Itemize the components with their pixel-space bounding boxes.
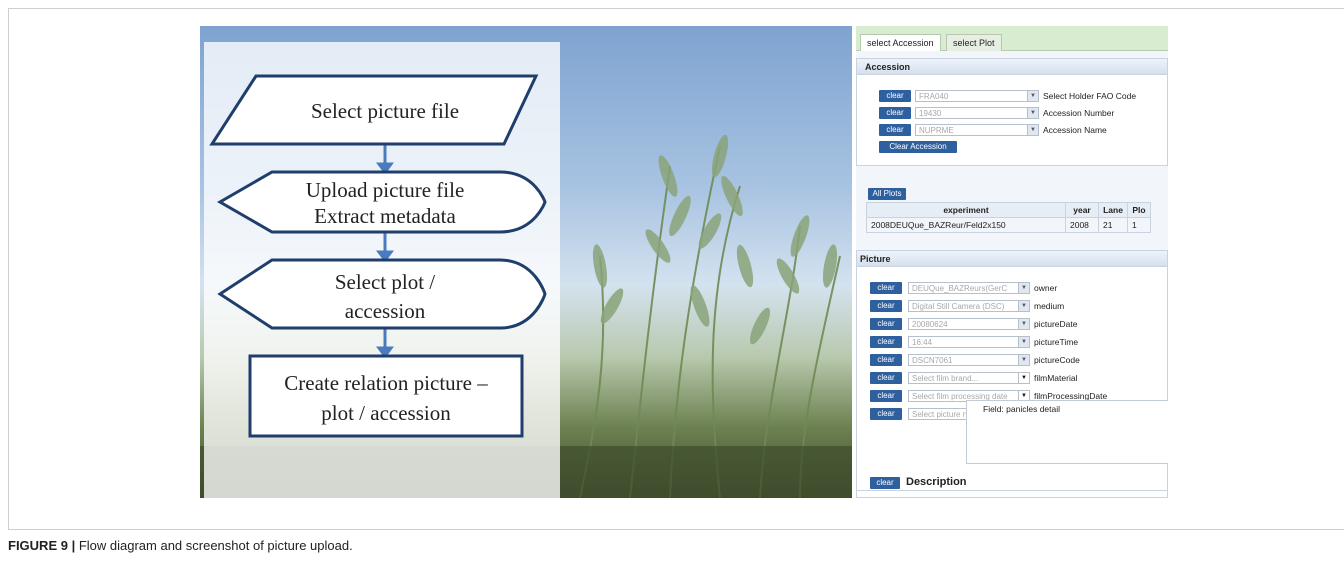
accession-title: Accession (857, 59, 1167, 75)
tab-select-accession[interactable]: select Accession (860, 34, 941, 51)
chevron-down-icon[interactable]: ▼ (1027, 91, 1038, 101)
owner-value: DEUQue_BAZReurs(GerC (912, 284, 1008, 293)
chevron-down-icon[interactable]: ▼ (1018, 337, 1029, 347)
medium-combo[interactable]: Digital Still Camera (DSC) ▼ (908, 300, 1030, 312)
tab-bar: select Accession select Plot (856, 26, 1168, 51)
plots-header-row: experiment year Lane Plo (866, 202, 1151, 218)
accession-number-value: 19430 (919, 109, 942, 118)
clear-picture-code-button[interactable]: clear (870, 354, 902, 366)
film-material-combo[interactable]: Select film brand... ▼ (908, 372, 1030, 384)
film-material-value: Select film brand... (912, 374, 979, 383)
picture-date-label: pictureDate (1034, 319, 1078, 329)
medium-value: Digital Still Camera (DSC) (912, 302, 1005, 311)
clear-film-processing-date-button[interactable]: clear (870, 390, 902, 402)
picture-date-value: 20080624 (912, 320, 948, 329)
clear-film-material-button[interactable]: clear (870, 372, 902, 384)
col-lane[interactable]: Lane (1098, 202, 1128, 218)
description-divider (856, 490, 1168, 491)
flow-step2-text-line1: Upload picture file (305, 178, 465, 202)
owner-label: owner (1034, 283, 1058, 293)
plots-table: experiment year Lane Plo 2008DEUQue_BAZR… (866, 202, 1151, 233)
cell-plot: 1 (1127, 217, 1151, 233)
picture-upload-app: select Accession select Plot Accession c… (856, 26, 1168, 498)
accession-section: Accession clear FRA040 ▼ Select Holder F… (856, 58, 1168, 166)
chevron-down-icon[interactable]: ▼ (1018, 355, 1029, 365)
clear-holder-button[interactable]: clear (879, 90, 911, 102)
flow-diagram-shapes (209, 74, 547, 438)
clear-picture-number-button[interactable]: clear (870, 408, 902, 420)
clear-accession-name-button[interactable]: clear (879, 124, 911, 136)
clear-description-button[interactable]: clear (870, 477, 900, 489)
caption-label: FIGURE 9 | (8, 538, 76, 553)
figure-caption: FIGURE 9 | Flow diagram and screenshot o… (8, 538, 353, 553)
tab-select-plot[interactable]: select Plot (946, 34, 1002, 51)
clear-owner-button[interactable]: clear (870, 282, 902, 294)
clear-accession-button[interactable]: Clear Accession (879, 141, 957, 153)
holder-fao-code-value: FRA040 (919, 92, 949, 101)
chevron-down-icon[interactable]: ▼ (1018, 373, 1029, 383)
clear-medium-button[interactable]: clear (870, 300, 902, 312)
flow-step3-text-line2: accession (344, 299, 426, 323)
caption-text: Flow diagram and screenshot of picture u… (78, 538, 353, 553)
chevron-down-icon[interactable]: ▼ (1018, 319, 1029, 329)
picture-time-label: pictureTime (1034, 337, 1079, 347)
col-plot[interactable]: Plo (1127, 202, 1151, 218)
table-row[interactable]: 2008DEUQue_BAZReur/Feld2x150 2008 21 1 (866, 217, 1151, 233)
film-material-label: filmMaterial (1034, 373, 1078, 383)
col-year[interactable]: year (1065, 202, 1099, 218)
clear-picture-time-button[interactable]: clear (870, 336, 902, 348)
chevron-down-icon[interactable]: ▼ (1027, 108, 1038, 118)
picture-time-combo[interactable]: 16:44 ▼ (908, 336, 1030, 348)
flow-step4-text-line2: plot / accession (321, 401, 451, 425)
description-label: Description (906, 476, 967, 488)
chevron-down-icon[interactable]: ▼ (1018, 301, 1029, 311)
all-plots-button[interactable]: All Plots (868, 188, 906, 200)
holder-fao-code-combo[interactable]: FRA040 ▼ (915, 90, 1039, 102)
picture-time-value: 16:44 (912, 338, 933, 347)
description-text: Field: panicles detail (983, 404, 1061, 414)
chevron-down-icon[interactable]: ▼ (1018, 283, 1029, 293)
picture-code-combo[interactable]: DSCN7061 ▼ (908, 354, 1030, 366)
cell-experiment: 2008DEUQue_BAZReur/Feld2x150 (866, 217, 1066, 233)
picture-code-label: pictureCode (1034, 355, 1080, 365)
picture-date-combo[interactable]: 20080624 ▼ (908, 318, 1030, 330)
holder-fao-code-label: Select Holder FAO Code (1043, 91, 1137, 101)
picture-code-value: DSCN7061 (912, 356, 953, 365)
flow-step3-text-line1: Select plot / (334, 270, 436, 294)
accession-name-combo[interactable]: NUPRME ▼ (915, 124, 1039, 136)
accession-number-label: Accession Number (1043, 108, 1115, 118)
col-experiment[interactable]: experiment (866, 202, 1066, 218)
oat-photo-panel: Select picture file Upload picture file … (200, 26, 852, 498)
accession-name-label: Accession Name (1043, 125, 1107, 135)
accession-name-value: NUPRME (919, 126, 954, 135)
picture-title: Picture (857, 251, 1167, 267)
accession-number-combo[interactable]: 19430 ▼ (915, 107, 1039, 119)
chevron-down-icon[interactable]: ▼ (1027, 125, 1038, 135)
clear-accession-number-button[interactable]: clear (879, 107, 911, 119)
cell-year: 2008 (1065, 217, 1099, 233)
medium-label: medium (1034, 301, 1065, 311)
flow-step4-text-line1: Create relation picture – (284, 371, 488, 395)
flow-step2-text-line2: Extract metadata (314, 204, 456, 228)
plots-section: All Plots experiment year Lane Plo 2008D… (856, 176, 1168, 242)
cell-lane: 21 (1098, 217, 1128, 233)
clear-picture-date-button[interactable]: clear (870, 318, 902, 330)
flow-step1-text: Select picture file (310, 99, 460, 123)
description-textarea[interactable]: Field: panicles detail (966, 400, 1168, 464)
owner-combo[interactable]: DEUQue_BAZReurs(GerC ▼ (908, 282, 1030, 294)
